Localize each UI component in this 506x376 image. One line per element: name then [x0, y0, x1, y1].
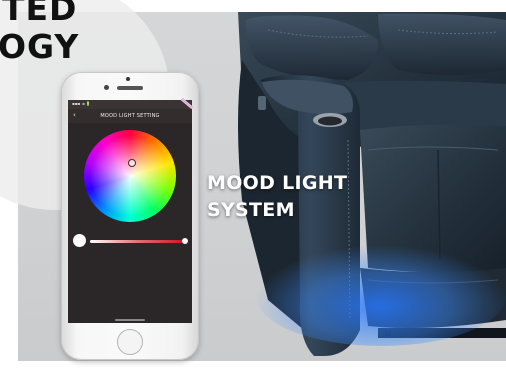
feature-label: MOOD LIGHT SYSTEM — [207, 170, 347, 224]
feature-line-1: MOOD LIGHT — [207, 172, 348, 194]
app-screen: ▪▪▪ ◄ 🔋 ‹ MOOD LIGHT SETTING — [68, 100, 192, 323]
headline-line-2: OGY — [0, 27, 80, 66]
app-title-bar: ‹ MOOD LIGHT SETTING — [68, 109, 192, 123]
brightness-slider-knob[interactable] — [73, 234, 86, 247]
home-button-icon[interactable] — [117, 329, 143, 355]
color-picker-handle[interactable] — [128, 159, 136, 167]
headline-line-1: TED — [2, 0, 78, 28]
front-camera-icon — [126, 77, 130, 81]
brightness-slider[interactable] — [90, 240, 186, 243]
status-bar: ▪▪▪ ◄ 🔋 — [68, 100, 192, 109]
mood-light-glow — [256, 246, 506, 346]
product-banner: TED OGY ▪▪▪ ◄ 🔋 ‹ MOOD LIGHT SETTING MOO… — [0, 0, 506, 376]
feature-line-2: SYSTEM — [207, 199, 295, 221]
earpiece-speaker — [117, 86, 143, 90]
status-text: ▪▪▪ ◄ 🔋 — [72, 101, 91, 106]
home-indicator — [115, 319, 145, 321]
screen-title: MOOD LIGHT SETTING — [100, 113, 160, 119]
smartphone: ▪▪▪ ◄ 🔋 ‹ MOOD LIGHT SETTING — [61, 72, 199, 360]
color-wheel-icon[interactable] — [84, 130, 176, 222]
brightness-slider-end — [182, 238, 188, 244]
sensor-icon — [104, 85, 109, 90]
